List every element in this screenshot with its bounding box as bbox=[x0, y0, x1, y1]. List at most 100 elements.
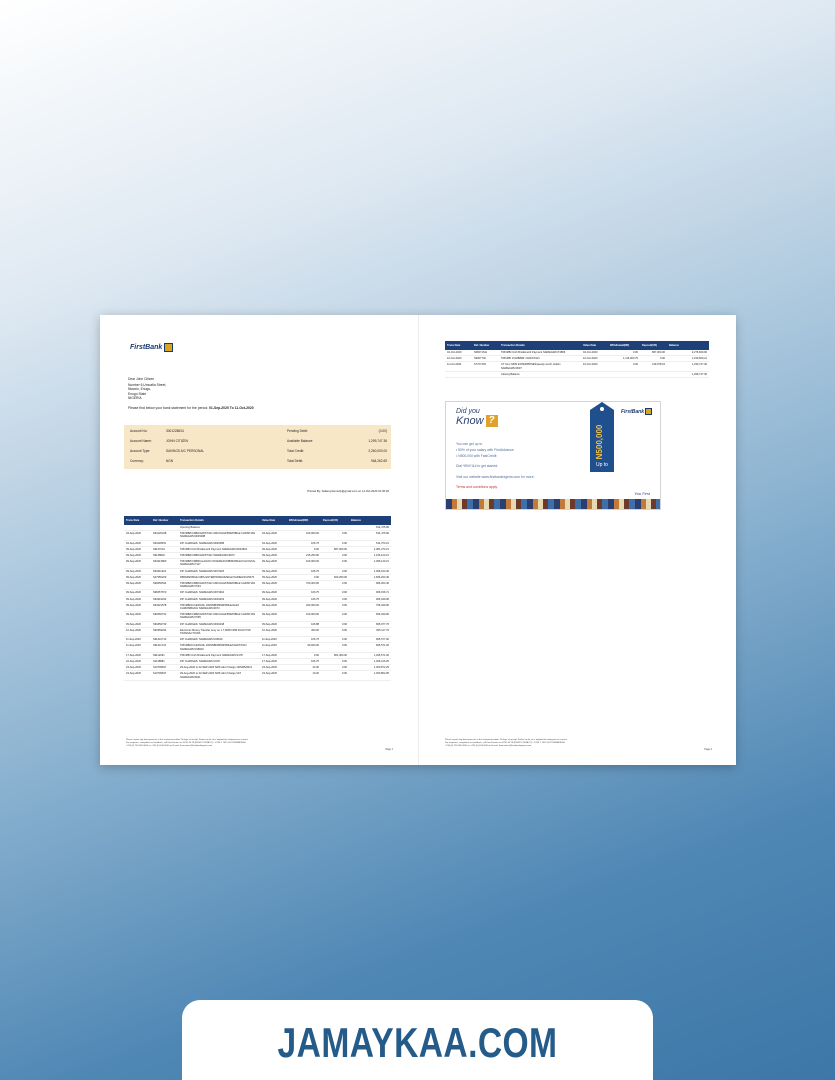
printed-by: Printed By: bellamydonnelly@gmail.com on… bbox=[307, 489, 389, 493]
statement-period: 01-Sep-2020 To 11-Oct-2020 bbox=[209, 406, 254, 410]
account-summary-row: Account Name: JOHN CITIZEN Available Bal… bbox=[124, 439, 391, 447]
transaction-details-cell: CT from GBIS ENTERPRISES/pieedy via Dr. … bbox=[499, 361, 581, 372]
transaction-details-cell: TRF/MB/FCMB/KALAGOS OFOEZE/FCMB/MOBILE:F… bbox=[178, 558, 260, 569]
trans-date-cell: 09-Sep-2020 bbox=[124, 602, 151, 613]
column-header: Deposit(CR) bbox=[321, 516, 349, 525]
value-date-cell: 10-Oct-2020 bbox=[581, 361, 608, 372]
column-header: Transaction Details bbox=[178, 516, 260, 525]
ref-number-cell bbox=[472, 371, 499, 379]
table-row: 09-Sep-2020 S90466731 TRF/MB/FCMB/CHRISTIA… bbox=[124, 611, 391, 622]
trans-date-cell: 23-Sep-2020 bbox=[124, 670, 151, 681]
column-header: Value Date bbox=[581, 341, 608, 350]
column-header: Ref. Number bbox=[472, 341, 499, 350]
column-header: Trans Date bbox=[124, 516, 151, 525]
transaction-details-cell: 29-Aug-2020 to 22-SEP-2020 SMS Alert Cha… bbox=[178, 670, 260, 681]
account-value: 1,299,747.36 bbox=[368, 439, 387, 443]
advert-bank-logo: FirstBank bbox=[621, 408, 652, 415]
deposit-cell: 0.00 bbox=[321, 642, 349, 653]
withdrawal-cell bbox=[608, 371, 640, 379]
statement-footer: Please report any discrepancies in this … bbox=[126, 739, 248, 748]
withdrawal-cell: 0.00 bbox=[608, 361, 640, 372]
elephant-logo-icon bbox=[164, 343, 174, 352]
balance-cell: 666,049.96 bbox=[349, 611, 391, 622]
withdrawal-cell: 10.20 bbox=[287, 670, 321, 681]
page-number: Page 2 bbox=[704, 748, 712, 751]
account-label: Total Debit: bbox=[287, 459, 303, 463]
advert-line: • N500,000 with FastCredit bbox=[456, 454, 497, 458]
balance-cell: 1,230,747.36 bbox=[667, 361, 709, 372]
deposit-cell: 0.00 bbox=[321, 530, 349, 541]
account-value: 2,260,000.00 bbox=[368, 449, 387, 453]
account-summary-row: Account No: 3001228634 Pending Debit: (0… bbox=[124, 429, 391, 437]
deposit-cell bbox=[640, 371, 667, 379]
transaction-details-cell: Electronic Money Transfer Levy on 1 7,99… bbox=[178, 627, 260, 638]
ref-number-cell: S91211724 bbox=[151, 642, 178, 653]
balance-cell: 605,571.00 bbox=[349, 642, 391, 653]
account-summary-row: Currency: NGN Total Debit: 964,262.69 bbox=[124, 459, 391, 467]
value-date-cell: 09-Sep-2020 bbox=[260, 602, 287, 613]
bank-logo-text: FirstBank bbox=[130, 344, 163, 351]
account-value: 964,262.69 bbox=[371, 459, 387, 463]
balance-cell: 514,475.96 bbox=[349, 530, 391, 541]
account-value: 3001228634 bbox=[166, 429, 184, 433]
deposit-cell: 219,978.15 bbox=[640, 361, 667, 372]
balance-cell: 1,299,747.36 bbox=[667, 371, 709, 379]
deposit-cell: 0.00 bbox=[321, 611, 349, 622]
table-row: 04-Sep-2020 S94120448 TRF/MB/FCMB/CHRISTIA… bbox=[124, 530, 391, 541]
withdrawal-cell: 100,000.00 bbox=[287, 611, 321, 622]
withdrawal-cell: 700,000.00 bbox=[287, 580, 321, 591]
table-row: 11-Sep-2020 S91211724 TRF/MB/ACCESS/NL 100… bbox=[124, 642, 391, 653]
ref-number-cell: S94120448 bbox=[151, 530, 178, 541]
advert-line: Dial *894*11# to get started. bbox=[456, 464, 499, 468]
trans-date-cell: 10-Sep-2020 bbox=[124, 627, 151, 638]
table-row: 10-Sep-2020 S90359234 Electronic Money Tra… bbox=[124, 627, 391, 638]
advert-terms: Terms and conditions apply. bbox=[456, 485, 498, 489]
deposit-cell: 0.00 bbox=[321, 558, 349, 569]
transaction-details-cell: TRF/MB/ACCESS/NL 1000/MB/FBNMOBILE/CHRIS… bbox=[178, 642, 260, 653]
trans-date-cell: 11-Oct-2020 bbox=[445, 361, 472, 372]
account-value: SAVINGS A/C PERSONAL bbox=[166, 449, 205, 453]
statement-intro: Please find below your bank statement fo… bbox=[128, 406, 254, 410]
account-label: Currency: bbox=[130, 459, 144, 463]
account-label: Total Credit: bbox=[287, 449, 305, 453]
did-you-know-advert: Did you Know? You can get up to • 50% of… bbox=[445, 401, 661, 510]
address-line: NIGERIA bbox=[128, 395, 142, 400]
trans-date-cell bbox=[445, 371, 472, 379]
column-header: Value Date bbox=[260, 516, 287, 525]
balance-cell: 966,263.46 bbox=[349, 580, 391, 591]
tag-amount: N500,000 bbox=[595, 424, 604, 459]
account-value: NGN bbox=[166, 459, 174, 463]
page-number: Page 1 bbox=[385, 748, 393, 751]
advert-tagline: You First bbox=[634, 491, 650, 496]
advert-logo-text: FirstBank bbox=[620, 408, 644, 415]
column-header: Deposit(CR) bbox=[640, 341, 667, 350]
transaction-details-cell: TRF/MB/FCMB/CHRISTIAN UMUOHA/FBNMOBILE:C… bbox=[178, 611, 260, 622]
withdrawal-cell: 100,000.00 bbox=[287, 558, 321, 569]
transaction-details-cell: TRF/MB/FCMB/CHRISTIAN UMUOHA/FBNMOBILE:C… bbox=[178, 530, 260, 541]
ref-number-cell: S94321578 bbox=[151, 602, 178, 613]
customer-address-block: Dear John Citizen Number 6,Umuafia Stree… bbox=[128, 377, 166, 400]
trans-date-cell: 09-Sep-2020 bbox=[124, 611, 151, 622]
balance-cell: 1,066,120.21 bbox=[349, 558, 391, 569]
table-row: 09-Sep-2020 S94321578 TRF/MB/ACCESS/NL 100… bbox=[124, 602, 391, 613]
value-date-cell: 09-Sep-2020 bbox=[260, 611, 287, 622]
table-header-row: Trans Date Ref. Number Transaction Detai… bbox=[445, 341, 709, 350]
trans-date-cell: 04-Sep-2020 bbox=[124, 530, 151, 541]
withdrawal-cell: 300.00 bbox=[287, 627, 321, 638]
trans-date-cell: 09-Sep-2020 bbox=[124, 580, 151, 591]
advert-know-text: Know bbox=[456, 415, 484, 427]
table-row: 23-Sep-2020 S10709637 29-Aug-2020 to 22-SE… bbox=[124, 670, 391, 681]
price-tag-icon: N500,000 Up to bbox=[590, 402, 614, 472]
column-header: Ref. Number bbox=[151, 516, 178, 525]
column-header: Balance bbox=[667, 341, 709, 350]
advert-did-you: Did you bbox=[456, 408, 480, 415]
deposit-cell: 0.00 bbox=[321, 670, 349, 681]
transaction-details-cell: TRF/MB/ACCESS/NL 1000/MB/FBNMOBILE/ALEX … bbox=[178, 602, 260, 613]
statement-spread: FirstBank Dear John Citizen Number 6,Umu… bbox=[100, 315, 736, 765]
footer-line: +234 (0) 700 900 0000 or +234 (0) 444 00… bbox=[126, 745, 213, 747]
column-header: Withdrawal(DR) bbox=[608, 341, 640, 350]
account-label: Account Type: bbox=[130, 449, 151, 453]
site-banner: JAMAYKAA.COM bbox=[182, 1000, 653, 1080]
trans-date-cell: 09-Sep-2020 bbox=[124, 558, 151, 569]
elephant-logo-icon bbox=[645, 408, 652, 415]
